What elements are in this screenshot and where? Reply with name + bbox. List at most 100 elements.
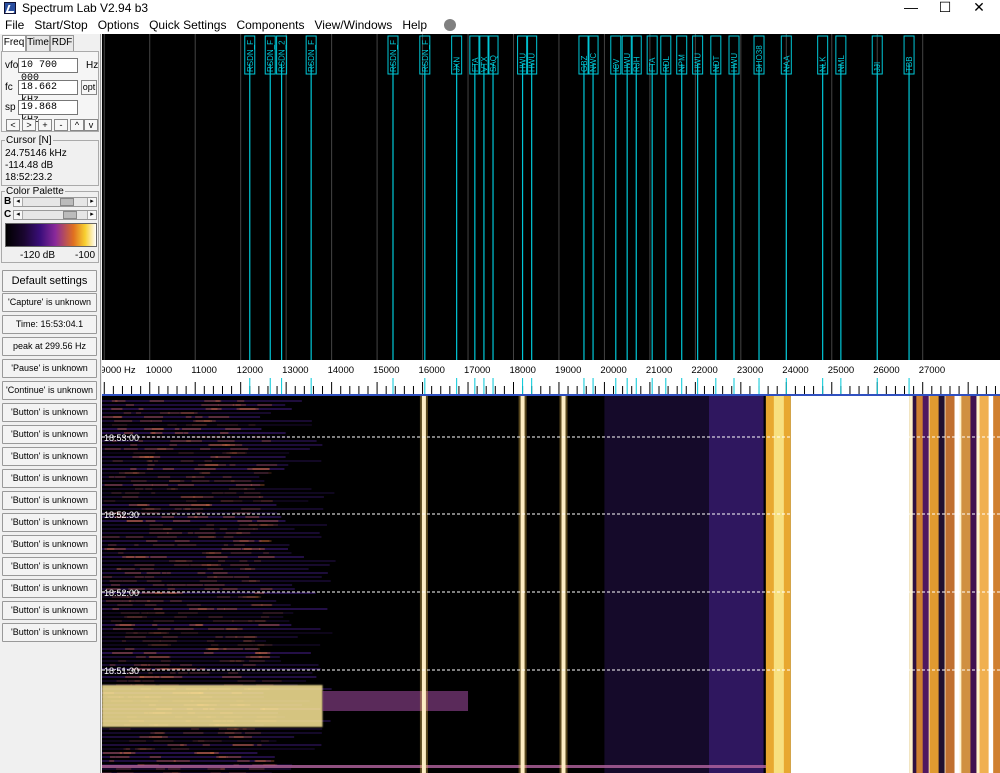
- waterfall-noise-speck: [174, 432, 184, 434]
- panel-button-8[interactable]: 'Button' is unknown: [2, 447, 97, 466]
- station-label: RSDN_F: [307, 40, 316, 72]
- waterfall-noise-speck: [145, 520, 156, 522]
- palette-gradient: [5, 223, 97, 247]
- panel-button-16[interactable]: 'Button' is unknown: [2, 623, 97, 642]
- waterfall-noise-speck: [138, 440, 143, 442]
- waterfall-noise-speck: [149, 632, 169, 634]
- waterfall-noise-speck: [169, 444, 177, 446]
- slider-left-arrow-icon[interactable]: ◂: [14, 198, 23, 206]
- brightness-slider[interactable]: ◂ ▸: [13, 197, 97, 207]
- close-button[interactable]: ✕: [962, 0, 996, 16]
- waterfall-noise-speck: [161, 516, 174, 518]
- span-field[interactable]: 19.868 kHz: [18, 100, 78, 126]
- waterfall-noise-speck: [116, 680, 128, 682]
- waterfall-noise-speck: [216, 424, 239, 426]
- menu-file[interactable]: File: [0, 16, 29, 34]
- waterfall-noise-speck: [136, 656, 146, 658]
- menu-help[interactable]: Help: [397, 16, 432, 34]
- panel-button-12[interactable]: 'Button' is unknown: [2, 535, 97, 554]
- panel-button-11[interactable]: 'Button' is unknown: [2, 513, 97, 532]
- fc-options-button[interactable]: opt: [81, 80, 97, 95]
- spectrum-display[interactable]: 18:53:00 18:52:30 18:52:00 18:51:30 100 dB1…: [102, 34, 1000, 773]
- waterfall-noise-speck: [149, 656, 171, 658]
- tab-freq[interactable]: Freq: [2, 35, 26, 52]
- waterfall-noise-speck: [216, 756, 229, 758]
- freq-right-button[interactable]: >: [22, 119, 36, 131]
- waterfall-noise-row: [102, 736, 295, 738]
- waterfall-noise-speck: [223, 536, 234, 538]
- slider-right-arrow-icon[interactable]: ▸: [87, 198, 96, 206]
- panel-button-0[interactable]: Default settings: [2, 270, 97, 292]
- panel-button-10[interactable]: 'Button' is unknown: [2, 491, 97, 510]
- spectrum-svg[interactable]: 18:53:00 18:52:30 18:52:00 18:51:30 100 dB1…: [102, 34, 1000, 773]
- waterfall-noise-speck: [144, 576, 155, 578]
- station-label: NDT: [712, 55, 721, 72]
- panel-button-5[interactable]: 'Continue' is unknown: [2, 381, 97, 400]
- contrast-thumb[interactable]: [63, 211, 77, 219]
- waterfall-noise-speck: [111, 400, 118, 402]
- slider-right-arrow-icon[interactable]: ▸: [87, 211, 96, 219]
- waterfall-noise-speck: [196, 752, 215, 754]
- waterfall-noise-speck: [215, 456, 231, 458]
- panel-button-13[interactable]: 'Button' is unknown: [2, 557, 97, 576]
- brightness-thumb[interactable]: [60, 198, 74, 206]
- fc-field[interactable]: 18.662 kHz: [18, 80, 78, 106]
- menu-options[interactable]: Options: [93, 16, 144, 34]
- record-indicator-icon[interactable]: [444, 19, 456, 31]
- menu-bar: File Start/Stop Options Quick Settings C…: [0, 16, 1000, 34]
- menu-quick-settings[interactable]: Quick Settings: [144, 16, 231, 34]
- waterfall-noise-speck: [226, 452, 246, 454]
- waterfall-noise-speck: [130, 480, 147, 482]
- waterfall-noise-speck: [207, 768, 226, 770]
- tab-time[interactable]: Time: [26, 35, 50, 51]
- scale-down-button[interactable]: v: [84, 119, 98, 131]
- frequency-tick-label: 24000: [782, 365, 808, 376]
- waterfall-noise-speck: [116, 768, 132, 770]
- panel-button-1[interactable]: 'Capture' is unknown: [2, 293, 97, 312]
- slider-left-arrow-icon[interactable]: ◂: [14, 211, 23, 219]
- panel-button-9[interactable]: 'Button' is unknown: [2, 469, 97, 488]
- waterfall-noise-speck: [223, 544, 229, 546]
- waterfall-time-label: 18:52:00: [104, 588, 139, 598]
- waterfall-noise-speck: [193, 420, 210, 422]
- zoom-in-button[interactable]: +: [38, 119, 52, 131]
- menu-start-stop[interactable]: Start/Stop: [29, 16, 92, 34]
- menu-components[interactable]: Components: [231, 16, 309, 34]
- panel-button-4[interactable]: 'Pause' is unknown: [2, 359, 97, 378]
- waterfall-right-band: [993, 396, 1000, 773]
- waterfall-noise-speck: [121, 640, 126, 642]
- panel-button-2[interactable]: Time: 15:53:04.1: [2, 315, 97, 334]
- waterfall-noise-speck: [152, 624, 158, 626]
- frequency-tick-label: 10000: [146, 365, 172, 376]
- panel-button-6[interactable]: 'Button' is unknown: [2, 403, 97, 422]
- waterfall-noise-speck: [141, 612, 148, 614]
- minimize-button[interactable]: —: [894, 0, 928, 16]
- zoom-out-button[interactable]: -: [54, 119, 68, 131]
- waterfall[interactable]: 18:53:00 18:52:30 18:52:00 18:51:30: [102, 396, 1000, 773]
- panel-button-14[interactable]: 'Button' is unknown: [2, 579, 97, 598]
- waterfall-noise-speck: [204, 584, 225, 586]
- menu-view-windows[interactable]: View/Windows: [310, 16, 398, 34]
- waterfall-noise-speck: [222, 588, 238, 590]
- panel-button-7[interactable]: 'Button' is unknown: [2, 425, 97, 444]
- waterfall-noise-speck: [244, 732, 261, 734]
- scale-up-button[interactable]: ^: [70, 119, 84, 131]
- spectrum-plot[interactable]: 100 dB105 dB110 dB115 dB120 dB125 dB130 …: [102, 34, 1000, 396]
- tab-rdf[interactable]: RDF: [50, 35, 74, 51]
- maximize-button[interactable]: ☐: [928, 0, 962, 16]
- waterfall-noise-speck: [185, 500, 197, 502]
- waterfall-noise-speck: [108, 476, 115, 478]
- waterfall-noise-speck: [207, 568, 224, 570]
- waterfall-noise-speck: [140, 420, 152, 422]
- frequency-axis[interactable]: 9000 Hz 10000 11000 12000 13000 14000 15000 160…: [102, 360, 1000, 396]
- contrast-slider[interactable]: ◂ ▸: [13, 210, 97, 220]
- waterfall-noise-speck: [126, 520, 143, 522]
- panel-button-15[interactable]: 'Button' is unknown: [2, 601, 97, 620]
- waterfall-noise-speck: [151, 736, 163, 738]
- vfo-field[interactable]: 10 700 000: [18, 58, 78, 84]
- frequency-tick-label: 22000: [691, 365, 717, 376]
- waterfall-noise-speck: [262, 680, 282, 682]
- freq-left-button[interactable]: <: [6, 119, 20, 131]
- waterfall-noise-speck: [153, 620, 174, 622]
- panel-button-3[interactable]: peak at 299.56 Hz: [2, 337, 97, 356]
